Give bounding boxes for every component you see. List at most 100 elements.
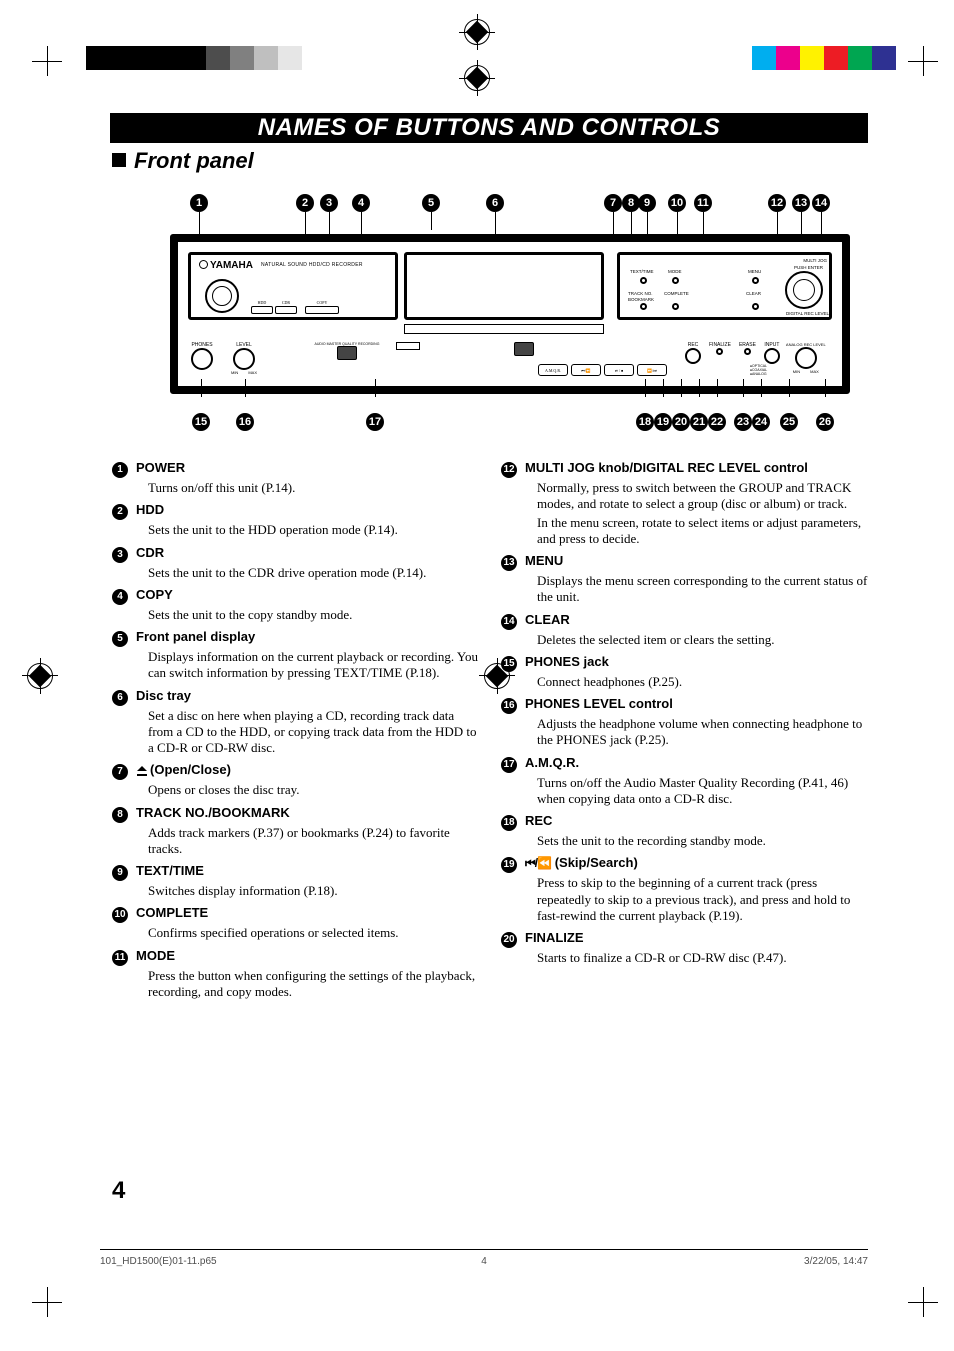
label-amqr: A.M.Q.R. (525, 755, 579, 770)
transport-pill: ⏩/⏭ (637, 364, 667, 376)
brand-sub: NATURAL SOUND HDD/CD RECORDER (261, 262, 363, 268)
diagram-wrap: 1 2 3 4 5 6 7 8 9 10 11 12 13 14 YAMAHA … (170, 194, 850, 437)
entry-amqr: 17A.M.Q.R. Turns on/off the Audio Master… (501, 755, 868, 808)
texttime-lbl: TEXT/TIME (630, 269, 654, 274)
entry-power: 1POWER Turns on/off this unit (P.14). (112, 460, 479, 496)
callout-6: 6 (486, 194, 504, 212)
callout-16: 16 (236, 413, 254, 431)
entry-trackno: 8TRACK NO./BOOKMARK Adds track markers (… (112, 805, 479, 858)
bullet-12: 12 (501, 462, 517, 478)
brand-label: YAMAHA (199, 260, 253, 271)
callout-23: 23 (734, 413, 752, 431)
bullet-2: 2 (112, 504, 128, 520)
analogrec-knob-icon (795, 347, 817, 369)
bookmark-lbl: BOOKMARK (628, 297, 654, 302)
desc-rec: Sets the unit to the recording standby m… (537, 833, 868, 849)
callout-18: 18 (636, 413, 654, 431)
menu-lbl: MENU (748, 269, 761, 274)
callout-7: 7 (604, 194, 622, 212)
callout-20: 20 (672, 413, 690, 431)
input-knob-icon (764, 348, 780, 364)
bullet-8: 8 (112, 807, 128, 823)
texttime-btn-icon (640, 277, 647, 284)
desc-hdd: Sets the unit to the HDD operation mode … (148, 522, 479, 538)
complete-btn-icon (672, 303, 679, 310)
callout-1: 1 (190, 194, 208, 212)
bullet-14: 14 (501, 614, 517, 630)
openclose-text: (Open/Close) (150, 762, 231, 777)
label-menu: MENU (525, 553, 563, 568)
entry-display: 5Front panel display Displays informatio… (112, 629, 479, 682)
entry-menu: 13MENU Displays the menu screen correspo… (501, 553, 868, 606)
crop-mark (908, 46, 938, 76)
pushenter-lbl: PUSH ENTER (794, 265, 823, 270)
footer-datetime: 3/22/05, 14:47 (804, 1256, 868, 1267)
callout-3: 3 (320, 194, 338, 212)
eject-icon (136, 766, 148, 776)
bullet-7: 7 (112, 764, 128, 780)
transport-pill: ⏯ / ⏹ (604, 364, 634, 376)
bullet-20: 20 (501, 932, 517, 948)
multijog-lbl: MULTI JOG (803, 258, 827, 263)
callout-12: 12 (768, 194, 786, 212)
desc-finalize: Starts to finalize a CD-R or CD-RW disc … (537, 950, 868, 966)
mode-btn-icon (672, 277, 679, 284)
max-lbl: MAX (248, 370, 257, 375)
bullet-9: 9 (112, 865, 128, 881)
skip-icon: ⏮/⏪ (525, 856, 551, 870)
section-title: NAMES OF BUTTONS AND CONTROLS (110, 113, 868, 143)
content-columns: 1POWER Turns on/off this unit (P.14). 2H… (112, 454, 868, 1003)
callout-22: 22 (708, 413, 726, 431)
entry-tray: 6Disc tray Set a disc on here when playi… (112, 688, 479, 757)
label-skipsearch: ⏮/⏪ (Skip/Search) (525, 855, 638, 871)
registration-mark (457, 58, 497, 98)
crop-mark (32, 46, 62, 76)
label-phonesjack: PHONES jack (525, 654, 609, 669)
entry-openclose: 7(Open/Close) Opens or closes the disc t… (112, 762, 479, 798)
trackno-btn-icon (640, 303, 647, 310)
desc-skipsearch: Press to skip to the beginning of a curr… (537, 875, 868, 924)
phones-jack-icon (191, 348, 213, 370)
entry-copy: 4COPY Sets the unit to the copy standby … (112, 587, 479, 623)
min-lbl: MIN (793, 369, 800, 374)
label-cdr: CDR (136, 545, 164, 560)
desc-clear: Deletes the selected item or clears the … (537, 632, 868, 648)
callouts-top: 1 2 3 4 5 6 7 8 9 10 11 12 13 14 (170, 194, 850, 234)
diagram-display (404, 252, 604, 320)
color-bars (752, 46, 896, 70)
mode-buttons: HDD CDR COPY (251, 306, 339, 314)
entry-mode: 11MODE Press the button when configuring… (112, 948, 479, 1001)
label-texttime: TEXT/TIME (136, 863, 204, 878)
entry-hdd: 2HDD Sets the unit to the HDD operation … (112, 502, 479, 538)
amqr-pill: A.M.Q.R. (538, 364, 568, 376)
diagram-lower-row: PHONES LEVEL MINMAX AUDIO MASTER QUALITY… (188, 342, 832, 376)
label-multijog: MULTI JOG knob/DIGITAL REC LEVEL control (525, 460, 808, 475)
min-lbl: MIN (231, 370, 238, 375)
power-knob-icon (205, 279, 239, 313)
complete-lbl: COMPLETE (664, 291, 689, 296)
callout-21: 21 (690, 413, 708, 431)
subhead-text: Front panel (134, 148, 254, 173)
callout-13: 13 (792, 194, 810, 212)
entry-multijog: 12 MULTI JOG knob/DIGITAL REC LEVEL contr… (501, 460, 868, 547)
callout-26: 26 (816, 413, 834, 431)
mode-lbl: MODE (668, 269, 682, 274)
desc-trackno: Adds track markers (P.37) or bookmarks (… (148, 825, 479, 858)
bullet-15: 15 (501, 656, 517, 672)
left-column: 1POWER Turns on/off this unit (P.14). 2H… (112, 454, 479, 1003)
registration-mark (20, 656, 60, 696)
entry-texttime: 9TEXT/TIME Switches display information … (112, 863, 479, 899)
footer-filename: 101_HD1500(E)01-11.p65 (100, 1256, 217, 1267)
callout-2: 2 (296, 194, 314, 212)
menu-btn-icon (752, 277, 759, 284)
label-phoneslevel: PHONES LEVEL control (525, 696, 673, 711)
desc-tray: Set a disc on here when playing a CD, re… (148, 708, 479, 757)
page-number: 4 (112, 1177, 125, 1205)
trackno-lbl: TRACK NO. (628, 291, 653, 296)
callout-4: 4 (352, 194, 370, 212)
callout-19: 19 (654, 413, 672, 431)
crop-mark (32, 1287, 62, 1317)
entry-clear: 14CLEAR Deletes the selected item or cle… (501, 612, 868, 648)
erase-btn-icon (744, 348, 751, 355)
desc-multijog-a: Normally, press to switch between the GR… (537, 480, 868, 513)
